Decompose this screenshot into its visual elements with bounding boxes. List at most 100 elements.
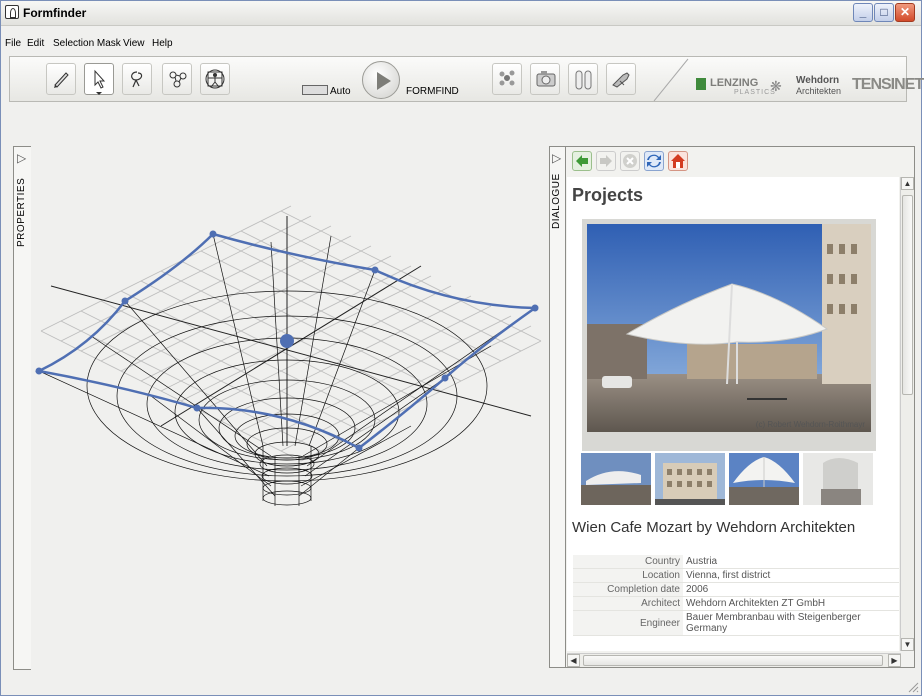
maximize-button[interactable]: □ bbox=[874, 3, 894, 22]
menu-view[interactable]: View bbox=[123, 38, 145, 49]
window-title: Formfinder bbox=[23, 6, 87, 20]
home-icon bbox=[671, 154, 685, 168]
auto-checkbox[interactable] bbox=[302, 85, 328, 95]
toolbar-divider bbox=[653, 58, 689, 101]
table-row: Architect Wehdorn Architekten ZT GmbH bbox=[573, 596, 899, 611]
detail-key: Architect bbox=[573, 596, 683, 611]
refresh-button[interactable] bbox=[644, 151, 664, 171]
axis-lines bbox=[50, 216, 532, 446]
expand-triangle-icon[interactable]: ▷ bbox=[17, 151, 26, 165]
scroll-up-icon[interactable]: ▲ bbox=[901, 177, 914, 190]
detail-key: Engineer bbox=[573, 610, 683, 636]
table-row: Location Vienna, first district bbox=[573, 568, 899, 583]
menu-edit[interactable]: Edit bbox=[27, 38, 44, 49]
camera-icon bbox=[536, 71, 556, 87]
home-button[interactable] bbox=[668, 151, 688, 171]
refresh-icon bbox=[647, 154, 661, 168]
stop-button[interactable] bbox=[620, 151, 640, 171]
pointer-tool-button[interactable] bbox=[84, 63, 114, 95]
3d-viewport[interactable] bbox=[31, 146, 543, 670]
detail-value: Vienna, first district bbox=[683, 568, 899, 583]
wehdorn-logo-line2: Architekten bbox=[796, 86, 842, 96]
detail-value: Wehdorn Architekten ZT GmbH bbox=[683, 596, 899, 611]
thumbnail-1[interactable] bbox=[581, 453, 651, 505]
project-details-table: Country Austria Location Vienna, first dis… bbox=[573, 555, 899, 636]
title-bar[interactable]: Formfinder _ □ ✕ bbox=[1, 1, 921, 26]
lasso-tool-button[interactable] bbox=[122, 63, 152, 95]
scroll-right-icon[interactable]: ▶ bbox=[888, 654, 901, 667]
projects-heading: Projects bbox=[572, 185, 644, 205]
horizontal-scroll-thumb[interactable] bbox=[583, 655, 883, 666]
close-icon: ✕ bbox=[899, 5, 911, 19]
dialogue-panel: Projects (c) Robert Wehdorn-Roithmayr Wi… bbox=[565, 146, 915, 668]
pencil-tool-button[interactable] bbox=[46, 63, 76, 95]
vitruvian-tool-button[interactable] bbox=[200, 63, 230, 95]
menu-file[interactable]: File bbox=[5, 38, 21, 49]
detail-key: Country bbox=[573, 555, 683, 569]
resize-grip-icon[interactable] bbox=[907, 681, 919, 693]
detail-value: 2006 bbox=[683, 582, 899, 597]
thumbnail-image bbox=[803, 453, 873, 505]
wehdorn-logo: Wehdorn Architekten bbox=[796, 76, 841, 97]
photo-credit: (c) Robert Wehdorn-Roithmayr bbox=[755, 420, 865, 429]
columns-tool-button[interactable] bbox=[568, 63, 598, 95]
network-icon bbox=[499, 70, 515, 86]
stop-icon bbox=[623, 154, 637, 168]
table-row: Completion date 2006 bbox=[573, 582, 899, 597]
minimize-button[interactable]: _ bbox=[853, 3, 873, 22]
formfind-play-button[interactable] bbox=[362, 61, 400, 99]
properties-tab[interactable]: ▷ PROPERTIES bbox=[13, 146, 31, 670]
project-photo-image bbox=[587, 224, 871, 432]
table-row: Engineer Bauer Membranbau with Steigenber… bbox=[573, 610, 899, 636]
back-button[interactable] bbox=[572, 151, 592, 171]
detail-key: Completion date bbox=[573, 582, 683, 597]
tools-tool-button[interactable] bbox=[606, 63, 636, 95]
thumbnail-2[interactable] bbox=[655, 453, 725, 505]
dialogue-content[interactable]: Projects (c) Robert Wehdorn-Roithmayr Wi… bbox=[567, 177, 899, 651]
dialogue-tab-label: DIALOGUE bbox=[551, 173, 562, 229]
table-row: Country Austria bbox=[573, 555, 899, 569]
forward-button[interactable] bbox=[596, 151, 616, 171]
lenzing-logo: LENZING bbox=[710, 77, 759, 89]
forward-icon bbox=[600, 155, 612, 167]
detail-value: Austria bbox=[683, 555, 899, 569]
membrane-model[interactable] bbox=[31, 146, 543, 670]
collapse-triangle-icon[interactable]: ▷ bbox=[552, 151, 561, 165]
app-window: Formfinder _ □ ✕ File Edit Selection Mas… bbox=[0, 0, 924, 696]
dialogue-nav bbox=[570, 151, 910, 173]
lenzing-mark-icon bbox=[696, 78, 706, 90]
minimize-icon: _ bbox=[859, 5, 867, 19]
ground-grid bbox=[40, 205, 542, 462]
formfind-label: FORMFIND bbox=[406, 86, 459, 97]
vertical-scroll-thumb[interactable] bbox=[902, 195, 913, 395]
lasso-icon bbox=[131, 71, 143, 88]
thumbnail-image bbox=[581, 453, 651, 505]
thumbnail-image bbox=[729, 453, 799, 505]
horizontal-scrollbar[interactable]: ◀ ▶ bbox=[567, 653, 901, 667]
properties-tab-label: PROPERTIES bbox=[16, 177, 27, 247]
pencil-icon bbox=[54, 72, 69, 88]
scroll-left-icon[interactable]: ◀ bbox=[567, 654, 580, 667]
app-icon bbox=[5, 5, 19, 19]
network-tool-button[interactable] bbox=[492, 63, 522, 95]
eagle-icon: ❋ bbox=[770, 78, 782, 94]
dialogue-tab[interactable]: ▷ DIALOGUE bbox=[549, 146, 565, 668]
vertical-scrollbar[interactable]: ▲ ▼ bbox=[900, 177, 914, 651]
pointer-icon bbox=[94, 69, 106, 95]
menu-selection-mask[interactable]: Selection Mask bbox=[53, 38, 121, 49]
close-button[interactable]: ✕ bbox=[895, 3, 915, 22]
menu-help[interactable]: Help bbox=[152, 38, 173, 49]
back-icon bbox=[576, 155, 588, 167]
scroll-down-icon[interactable]: ▼ bbox=[901, 638, 914, 651]
project-photo-frame: (c) Robert Wehdorn-Roithmayr bbox=[582, 219, 876, 451]
molecule-tool-button[interactable] bbox=[162, 63, 192, 95]
camera-tool-button[interactable] bbox=[530, 63, 560, 95]
detail-value: Bauer Membranbau with Steigenberger Germ… bbox=[683, 610, 899, 636]
maximize-icon: □ bbox=[880, 5, 888, 19]
thumbnail-3[interactable] bbox=[729, 453, 799, 505]
project-name: Wien Cafe Mozart by Wehdorn Architekten bbox=[572, 519, 856, 536]
wehdorn-logo-line1: Wehdorn bbox=[796, 75, 840, 86]
project-photo[interactable]: (c) Robert Wehdorn-Roithmayr bbox=[587, 224, 871, 432]
molecule-icon bbox=[169, 71, 187, 88]
thumbnail-4[interactable] bbox=[803, 453, 873, 505]
